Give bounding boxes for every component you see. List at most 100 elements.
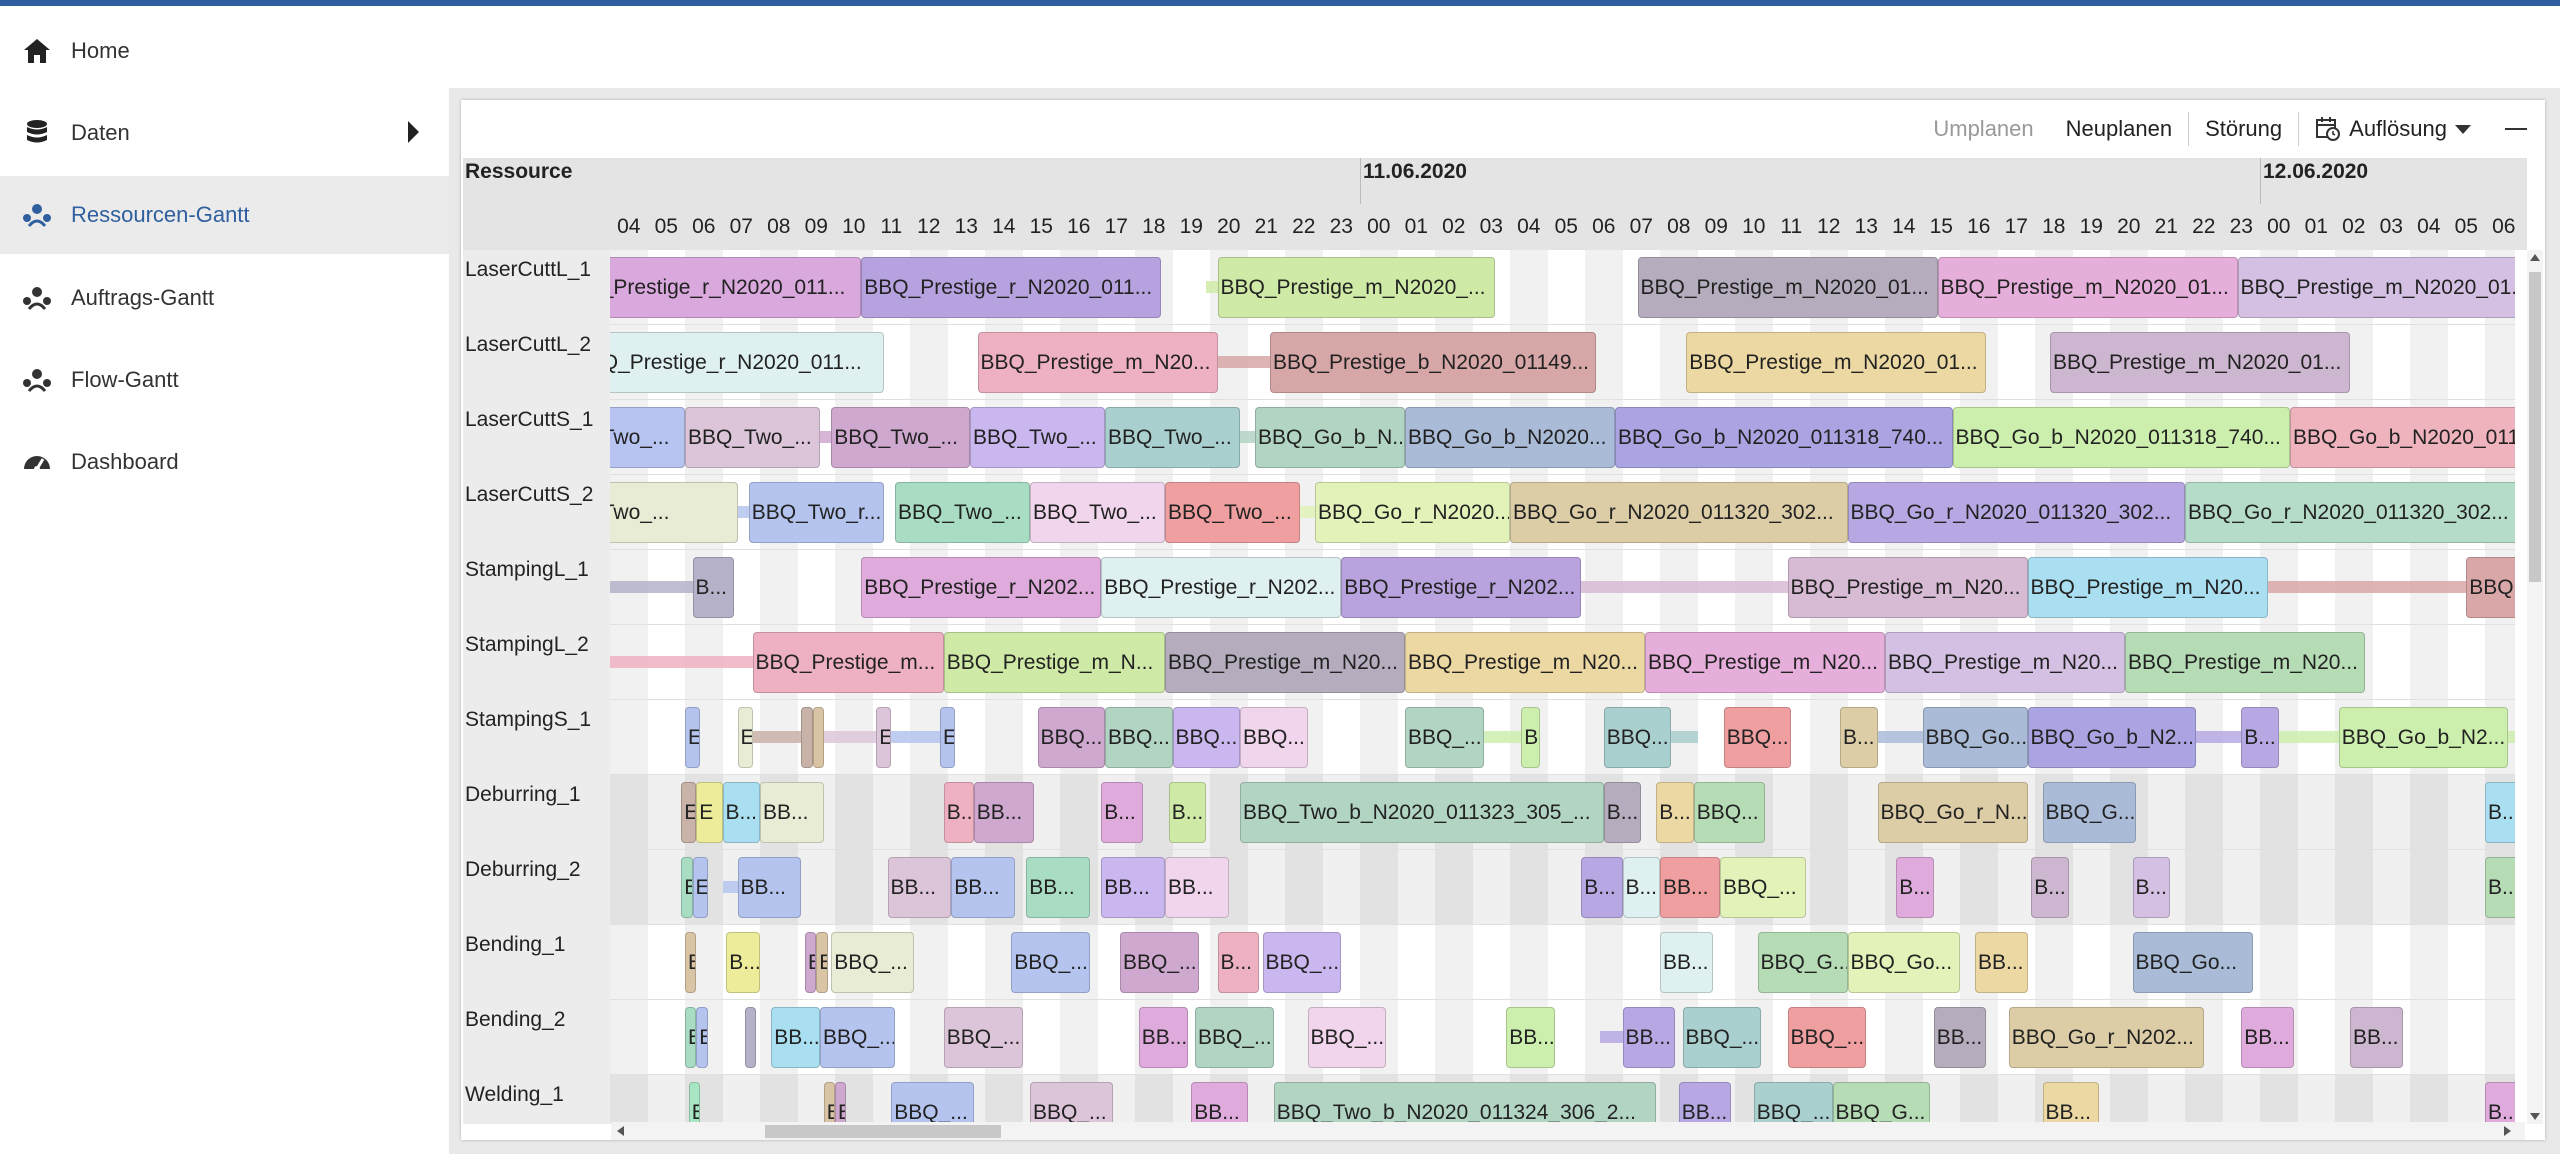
vertical-scroll-thumb[interactable] (2529, 272, 2541, 582)
resource-label[interactable]: Deburring_1 (465, 775, 610, 850)
task-bar[interactable]: BBQ_Prestige_r_N2020_011... (861, 257, 1162, 318)
task-bar[interactable]: BBQ_Go_r_N2020_011320_302... (1510, 482, 1848, 543)
task-bar[interactable]: B... (943, 782, 974, 843)
task-bar[interactable]: BBQ_Two_... (1105, 407, 1240, 468)
task-bar[interactable]: BBQ... (1693, 782, 1765, 843)
umplanen-button[interactable]: Umplanen (1917, 100, 2049, 158)
aufloesung-dropdown[interactable]: Auflösung (2299, 100, 2487, 158)
task-bar[interactable]: BB... (1660, 932, 1713, 993)
task-bar[interactable]: BBQ_Go_r_N202... (2008, 1007, 2204, 1068)
task-bar[interactable]: BBQ_... (1787, 1007, 1867, 1068)
task-bar[interactable]: BB... (951, 857, 1015, 918)
resource-label[interactable]: StampingS_1 (465, 700, 610, 775)
task-bar[interactable]: E (685, 1007, 697, 1068)
task-bar[interactable]: BB... (1933, 1007, 1987, 1068)
resource-label[interactable]: Bending_1 (465, 925, 610, 1000)
resource-label[interactable]: LaserCuttS_1 (465, 400, 610, 475)
task-bar[interactable]: B... (1217, 932, 1259, 993)
task-bar[interactable]: BB... (1678, 1082, 1732, 1124)
sidebar-item-daten[interactable]: Daten (0, 94, 449, 172)
task-bar[interactable]: BBQ_Go_r_N2020_011320_302... (1847, 482, 2185, 543)
task-bar[interactable]: BBQ_... (1262, 932, 1342, 993)
task-bar[interactable]: BBQ_Two_... (970, 407, 1105, 468)
task-bar[interactable]: BB... (2350, 1007, 2403, 1068)
task-bar[interactable]: BBQ_Go_b_N2020_011318_740... (1952, 407, 2290, 468)
task-bar[interactable]: BBQ_Prestige_m_N20... (977, 332, 1218, 393)
task-bar[interactable]: E (681, 782, 697, 843)
task-bar[interactable]: B... (1656, 782, 1694, 843)
task-bar[interactable]: BB... (1165, 857, 1229, 918)
task-bar[interactable]: Two_... (610, 482, 738, 543)
task-bar[interactable]: BBQ_G... (2042, 782, 2137, 843)
resource-label[interactable]: LaserCuttL_1 (465, 250, 610, 325)
task-bar[interactable]: BBQ_Prestige_m... (752, 632, 944, 693)
task-bar[interactable] (801, 707, 813, 768)
stoerung-button[interactable]: Störung (2189, 100, 2298, 158)
task-bar[interactable]: BBQ_Two_b_N2020_011324_306_2... (1273, 1082, 1657, 1124)
task-bar[interactable]: BBQ_G... (1757, 932, 1848, 993)
task-bar[interactable]: BBQ_Go_r_N... (1877, 782, 2028, 843)
task-bar[interactable]: BBQ_... (1307, 1007, 1387, 1068)
task-bar[interactable]: BBQ_Go_b_N2020_0113 (2290, 407, 2515, 468)
task-bar[interactable]: E (823, 1082, 835, 1124)
task-bar[interactable]: BBQ_Prestige_m_N20... (2125, 632, 2365, 693)
task-bar[interactable]: B... (2031, 857, 2069, 918)
task-bar[interactable]: BBQ_Prestige_m_N20... (1405, 632, 1645, 693)
task-bar[interactable]: BB... (737, 857, 802, 918)
task-bar[interactable]: BBQ_Two_b_N2020_011323_305_... (1240, 782, 1604, 843)
task-bar[interactable]: BBQ_G... (1832, 1082, 1930, 1124)
sidebar-item-auftrags-gantt[interactable]: Auftrags-Gantt (0, 259, 449, 337)
sidebar-item-home[interactable]: Home (0, 12, 449, 90)
task-bar[interactable]: BB... (771, 1007, 820, 1068)
task-bar[interactable] (812, 707, 824, 768)
task-bar[interactable]: BBQ_... (1120, 932, 1199, 993)
task-bar[interactable]: BBQ_Go... (1847, 932, 1960, 993)
task-bar[interactable]: BBQ... (1172, 707, 1240, 768)
task-bar[interactable]: BBQ_Prestige_m_N2020_01... (2237, 257, 2515, 318)
task-bar[interactable]: B... (692, 557, 734, 618)
task-bar[interactable]: E (692, 857, 708, 918)
task-bar[interactable]: BB... (973, 782, 1034, 843)
scroll-right-icon[interactable] (2504, 1126, 2511, 1136)
task-bar[interactable]: BBQ_... (1030, 1082, 1113, 1124)
task-bar[interactable]: BBQ_Go_r_N2020_011320_302... (2185, 482, 2515, 543)
task-bar[interactable]: BBQ_Prestige_m_N2020_01... (1937, 257, 2238, 318)
task-bar[interactable]: B... (1896, 857, 1934, 918)
task-bar[interactable]: BBQ_Two_... (1030, 482, 1165, 543)
resource-label[interactable]: Welding_1 (465, 1075, 610, 1124)
task-bar[interactable]: BBQ_Go_b_N... (1255, 407, 1405, 468)
task-bar[interactable]: BBQ_... (1195, 1007, 1274, 1068)
task-bar[interactable]: BBQ_Prestige_m_N2020_01... (1637, 257, 1938, 318)
minimize-icon[interactable] (2505, 128, 2527, 130)
task-bar[interactable]: E (685, 707, 700, 768)
task-bar[interactable]: BBQ_Prestige_m_N2020_... (1217, 257, 1495, 318)
task-bar[interactable]: B... (2132, 857, 2170, 918)
task-bar[interactable]: BBQ_... (831, 932, 914, 993)
task-bar[interactable]: BB... (2042, 1082, 2099, 1124)
task-bar[interactable]: BBQ_Two_... (685, 407, 820, 468)
task-bar[interactable]: B... (722, 782, 760, 843)
task-bar[interactable]: B... (2485, 782, 2515, 843)
task-bar[interactable]: E (737, 707, 753, 768)
task-bar[interactable]: BB... (1138, 1007, 1188, 1068)
task-bar[interactable]: BBQ_Prestige_m_N2020_01... (1686, 332, 1987, 393)
task-bar[interactable]: BBQ_Prestige_r_N202... (861, 557, 1102, 618)
task-bar[interactable]: E (696, 1007, 708, 1068)
task-bar[interactable]: E (681, 857, 693, 918)
task-bar[interactable]: BB... (760, 782, 824, 843)
task-bar[interactable]: BBQ_Prestige_m_N20... (1165, 632, 1405, 693)
task-bar[interactable]: E (696, 782, 723, 843)
task-bar[interactable]: B... (1603, 782, 1642, 843)
task-bar[interactable]: B... (1581, 857, 1623, 918)
task-bar[interactable]: BBQ_Prestige_b_N2020_01149... (1270, 332, 1597, 393)
task-bar[interactable] (745, 1007, 757, 1068)
task-bar[interactable]: E (816, 932, 828, 993)
task-bar[interactable]: BBQ_Prestige_m_N2020_01... (2050, 332, 2350, 393)
task-bar[interactable]: BBQ_Prestige_m_N... (943, 632, 1165, 693)
task-bar[interactable]: BBQ... (1037, 707, 1105, 768)
task-bar[interactable]: B... (1622, 857, 1660, 918)
task-bar[interactable]: BBQ_Go_b_N2020_011318_740... (1615, 407, 1953, 468)
task-bar[interactable]: B... (726, 932, 760, 993)
resource-label[interactable]: Deburring_2 (465, 850, 610, 925)
task-bar[interactable]: BB... (1026, 857, 1090, 918)
